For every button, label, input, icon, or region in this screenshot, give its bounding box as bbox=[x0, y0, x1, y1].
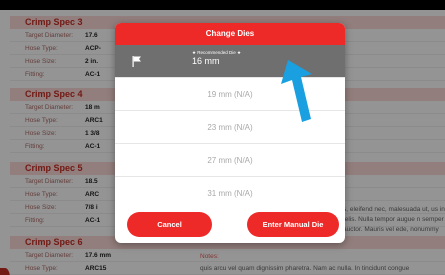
dialog-title: Change Dies bbox=[115, 23, 345, 45]
enter-manual-die-button[interactable]: Enter Manual Die bbox=[247, 212, 339, 237]
cancel-button[interactable]: Cancel bbox=[127, 212, 212, 237]
dialog-buttons: Cancel Enter Manual Die bbox=[115, 204, 345, 243]
recommended-value: 16 mm bbox=[192, 56, 220, 66]
die-option[interactable]: 27 mm (N/A) bbox=[115, 144, 345, 177]
arrow-icon bbox=[281, 60, 312, 122]
change-dies-dialog: Change Dies ★ Recommended Die ★ 16 mm 19… bbox=[115, 23, 345, 243]
flag-icon bbox=[132, 56, 141, 67]
